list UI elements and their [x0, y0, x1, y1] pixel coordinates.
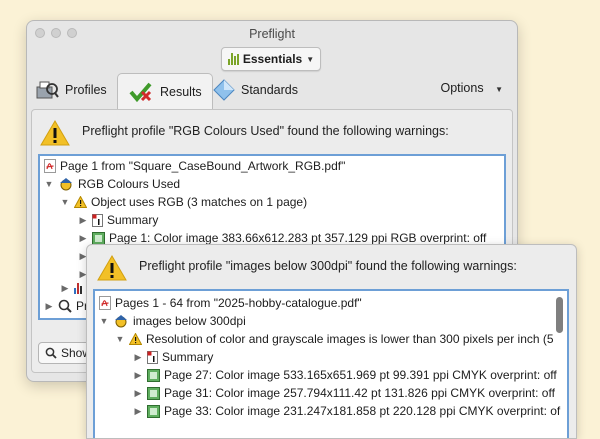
disclosure-open-icon[interactable]: ▼: [44, 179, 54, 189]
disclosure-open-icon[interactable]: ▼: [115, 334, 125, 344]
disclosure-closed-icon[interactable]: ▶: [44, 301, 54, 312]
tree-label: Page 33: Color image 231.247x181.858 pt …: [164, 404, 561, 418]
tree-label: images below 300dpi: [133, 314, 246, 328]
bar-chart-icon: [227, 53, 239, 65]
scrollbar-thumb[interactable]: [556, 297, 563, 333]
tab-profiles[interactable]: Profiles: [35, 73, 107, 107]
profile-icon: [60, 178, 72, 191]
disclosure-closed-icon[interactable]: ▶: [78, 233, 88, 244]
tree-row-image[interactable]: ▶ Page 33: Color image 231.247x181.858 p…: [133, 402, 561, 420]
disclosure-open-icon[interactable]: ▼: [60, 197, 70, 207]
warning-message: Preflight profile "images below 300dpi" …: [139, 259, 517, 273]
tab-results-label: Results: [160, 85, 202, 99]
warning-header: Preflight profile "images below 300dpi" …: [97, 255, 517, 281]
tab-standards[interactable]: Standards: [213, 73, 298, 107]
tree-label: Object uses RGB (3 matches on 1 page): [91, 195, 308, 209]
minimize-window-button[interactable]: [51, 28, 61, 38]
tree-row-profile[interactable]: ▼ images below 300dpi: [99, 312, 246, 330]
disclosure-closed-icon[interactable]: ▶: [60, 283, 70, 294]
tree-row-image[interactable]: ▶ Page 27: Color image 533.165x651.969 p…: [133, 366, 557, 384]
tree-row-rule[interactable]: ▼ Resolution of color and grayscale imag…: [115, 330, 554, 348]
tree-row-file[interactable]: Page 1 from "Square_CaseBound_Artwork_RG…: [44, 157, 345, 175]
disclosure-closed-icon[interactable]: ▶: [78, 215, 88, 226]
profiles-icon: [36, 81, 59, 99]
warning-header: Preflight profile "RGB Colours Used" fou…: [40, 120, 449, 146]
tree-row-summary[interactable]: ▶ Summary: [133, 348, 214, 366]
tab-profiles-label: Profiles: [65, 83, 107, 97]
tree-label: Pages 1 - 64 from "2025-hobby-catalogue.…: [115, 296, 362, 310]
tree-row-pr[interactable]: ▶ Pr: [44, 297, 88, 315]
warning-icon: [97, 255, 127, 281]
disclosure-closed-icon[interactable]: ▶: [133, 352, 143, 363]
second-results-panel: Preflight profile "images below 300dpi" …: [86, 244, 577, 439]
search-icon: [58, 299, 72, 313]
essentials-label: Essentials: [242, 52, 303, 66]
tree-label: Page 27: Color image 533.165x651.969 pt …: [164, 368, 557, 382]
tree-label: RGB Colours Used: [78, 177, 181, 191]
image-icon: [92, 231, 105, 245]
profile-icon: [115, 315, 127, 328]
tab-standards-label: Standards: [241, 83, 298, 97]
tree-row-profile[interactable]: ▼ RGB Colours Used: [44, 175, 181, 193]
tree-label: Summary: [107, 213, 159, 227]
image-icon: [147, 368, 160, 382]
warning-icon: [40, 120, 70, 146]
disclosure-closed-icon[interactable]: ▶: [133, 370, 143, 381]
window-title: Preflight: [249, 27, 295, 41]
tree-label: Resolution of color and grayscale images…: [146, 332, 554, 346]
pdf-icon: [44, 159, 56, 173]
close-window-button[interactable]: [35, 28, 45, 38]
info-doc-icon: [92, 213, 103, 227]
tree-row-summary[interactable]: ▶ Summary: [78, 211, 159, 229]
tree-label: Page 1 from "Square_CaseBound_Artwork_RG…: [60, 159, 346, 173]
pdf-icon: [99, 296, 111, 310]
results-check-icon: [129, 82, 152, 103]
image-icon: [147, 404, 160, 418]
options-menu[interactable]: Options ▼: [441, 81, 504, 95]
tab-results[interactable]: Results: [117, 73, 213, 110]
options-label: Options: [440, 81, 484, 95]
warning-message: Preflight profile "RGB Colours Used" fou…: [82, 124, 449, 138]
tree-row-rule[interactable]: ▼ Object uses RGB (3 matches on 1 page): [60, 193, 308, 211]
tree-row-file[interactable]: Pages 1 - 64 from "2025-hobby-catalogue.…: [99, 294, 362, 312]
chart-icon: [74, 282, 82, 294]
tree-row-image[interactable]: ▶ Page 31: Color image 257.794x111.42 pt…: [133, 384, 555, 402]
tree-label: Summary: [162, 350, 214, 364]
magnifier-icon: [45, 347, 57, 359]
image-icon: [147, 386, 160, 400]
chevron-down-icon: ▼: [306, 54, 315, 64]
results-tree[interactable]: Pages 1 - 64 from "2025-hobby-catalogue.…: [93, 289, 569, 438]
disclosure-closed-icon[interactable]: ▶: [133, 406, 143, 417]
zoom-window-button[interactable]: [67, 28, 77, 38]
warning-icon: [129, 333, 142, 345]
info-doc-icon: [147, 350, 158, 364]
title-bar: Preflight: [27, 21, 517, 47]
warning-icon: [74, 196, 87, 208]
tree-label: Page 31: Color image 257.794x111.42 pt 1…: [164, 386, 555, 400]
tree-label: Page 1: Color image 383.66x612.283 pt 35…: [109, 231, 487, 245]
tree-row-chart[interactable]: ▶: [60, 279, 82, 297]
disclosure-open-icon[interactable]: ▼: [99, 316, 109, 326]
options-chevron-icon: ▼: [495, 85, 503, 94]
standards-diamond-icon: [213, 79, 235, 101]
window-controls: [35, 28, 77, 38]
disclosure-closed-icon[interactable]: ▶: [133, 388, 143, 399]
essentials-dropdown[interactable]: Essentials ▼: [221, 47, 321, 71]
